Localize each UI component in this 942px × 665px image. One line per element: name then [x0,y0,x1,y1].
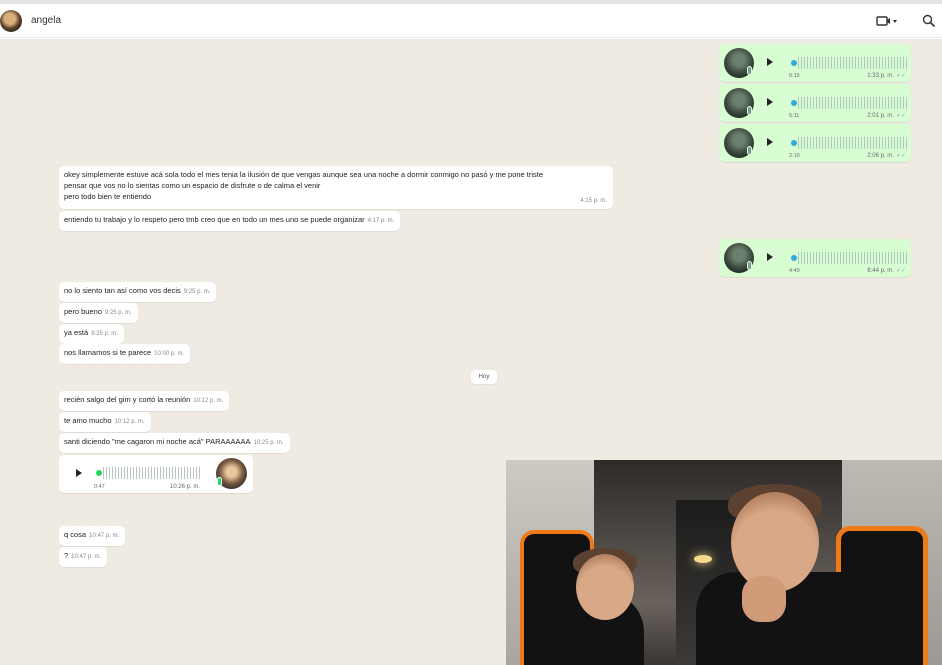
waveform[interactable] [103,467,201,479]
message-text: entiendo tu trabajo y lo respeto pero tm… [64,215,365,224]
playback-handle[interactable] [791,255,797,261]
outgoing-voice-message[interactable]: 0:15 1:33 p. m. ✓✓ [719,44,911,82]
chat-header: angela [0,4,942,38]
play-icon[interactable] [767,138,773,146]
message-time: 10:12 p. m. [193,398,224,404]
waveform[interactable] [798,252,908,264]
mic-icon [747,66,752,75]
waveform[interactable] [798,137,908,149]
message-time: 4:15 p. m. [580,198,607,204]
person-right-body [696,572,916,665]
playback-handle[interactable] [791,60,797,66]
waveform[interactable] [798,97,908,109]
contact-name[interactable]: angela [31,15,61,26]
read-receipt-icon: ✓✓ [895,153,906,159]
person-right-hand [742,576,786,622]
chevron-down-icon [893,20,897,23]
playback-handle[interactable] [96,470,102,476]
incoming-message[interactable]: okey simplemente estuve acá sola todo el… [59,166,613,209]
mic-icon [217,477,222,486]
message-text: santi diciendo "me cagaron mi noche acá"… [64,437,251,446]
message-time: 8:44 p. m. ✓✓ [867,268,906,274]
playback-handle[interactable] [791,140,797,146]
message-time: 9:25 p. m. [91,331,118,337]
outgoing-voice-message[interactable]: 5:11 2:01 p. m. ✓✓ [719,84,911,122]
message-time: 10:26 p. m. [170,484,201,490]
incoming-message[interactable]: entiendo tu trabajo y lo respeto pero tm… [59,211,401,231]
person-left-face [576,554,634,620]
search-icon[interactable] [922,14,936,28]
play-icon[interactable] [767,253,773,261]
playback-handle[interactable] [791,100,797,106]
message-time: 10:00 p. m. [154,351,185,357]
incoming-message[interactable]: nos llamamos si te parece 10:00 p. m. [59,344,191,364]
outgoing-voice-message[interactable]: 4:40 8:44 p. m. ✓✓ [719,239,911,277]
message-text: ya está [64,328,89,337]
mic-icon [747,146,752,155]
message-text: recién salgo del gim y cortó la reunión [64,395,191,404]
incoming-message[interactable]: ya está 9:25 p. m. [59,324,124,344]
message-time: 10:47 p. m. [71,554,102,560]
header-actions [876,4,942,38]
date-divider: Hoy [471,370,497,384]
voice-duration: 0:15 [789,73,800,79]
read-receipt-icon: ✓✓ [895,73,906,79]
message-text: q cosa [64,530,87,539]
message-time: 9:25 p. m. [183,289,211,295]
incoming-message[interactable]: te amo mucho 10:12 p. m. [59,412,151,432]
message-time: 10:12 p. m. [114,419,145,425]
contact-avatar[interactable] [0,9,22,32]
message-line: pensar que vos no lo sientas como un esp… [64,181,321,190]
incoming-message[interactable]: pero bueno 9:25 p. m. [59,303,138,323]
video-call-icon[interactable] [876,14,898,28]
read-receipt-icon: ✓✓ [895,113,906,119]
message-text: no lo siento tan así como vos decis [64,286,181,295]
message-time: 10:47 p. m. [89,533,120,539]
incoming-message[interactable]: santi diciendo "me cagaron mi noche acá"… [59,433,290,453]
webcam-overlay [506,460,942,665]
message-time: 2:01 p. m. ✓✓ [867,113,906,119]
voice-duration: 4:40 [789,268,800,274]
message-time: 2:06 p. m. ✓✓ [867,153,906,159]
message-time: 9:25 p. m. [104,310,132,316]
webcam-lamp [694,555,712,563]
message-time: 10:25 p. m. [253,440,284,446]
incoming-voice-message[interactable]: 0:47 10:26 p. m. [59,455,253,493]
play-icon[interactable] [767,58,773,66]
incoming-message[interactable]: no lo siento tan así como vos decis 9:25 … [59,282,217,302]
play-icon[interactable] [767,98,773,106]
message-line: okey simplemente estuve acá sola todo el… [64,170,544,179]
play-icon[interactable] [76,469,82,477]
voice-duration: 5:11 [789,113,800,119]
message-text: nos llamamos si te parece [64,348,152,357]
message-time: 4:17 p. m. [367,218,395,224]
mic-icon [747,106,752,115]
incoming-message[interactable]: recién salgo del gim y cortó la reunión 1… [59,391,230,411]
mic-icon [747,261,752,270]
outgoing-voice-message[interactable]: 2:10 2:06 p. m. ✓✓ [719,124,911,162]
voice-duration: 2:10 [789,153,800,159]
voice-duration: 0:47 [94,484,105,490]
message-text: te amo mucho [64,416,112,425]
message-text: pero bueno [64,307,102,316]
incoming-message[interactable]: q cosa 10:47 p. m. [59,526,126,546]
incoming-message[interactable]: ? 10:47 p. m. [59,547,108,567]
message-line: pero todo bien te entiendo [64,192,152,201]
message-time: 1:33 p. m. ✓✓ [867,73,906,79]
waveform[interactable] [798,57,908,69]
message-text: ? [64,551,69,560]
read-receipt-icon: ✓✓ [895,268,906,274]
